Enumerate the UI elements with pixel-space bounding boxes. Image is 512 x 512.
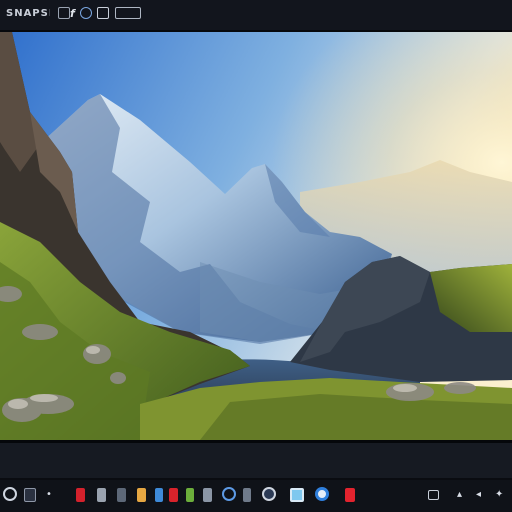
copy-icon[interactable] — [97, 7, 109, 21]
app-title: SNAPSHOT — [6, 8, 50, 19]
grid-icon[interactable] — [243, 488, 251, 502]
italic-icon[interactable]: f — [70, 7, 75, 21]
volume-icon[interactable]: ◂ — [476, 488, 481, 502]
battery-icon[interactable] — [428, 490, 439, 500]
image-icon[interactable] — [58, 7, 70, 21]
filmstrip-panel[interactable] — [0, 443, 512, 478]
image-viewport[interactable] — [0, 32, 512, 440]
desktop-screen: SNAPSHOT f — [0, 0, 512, 512]
red-app-icon[interactable] — [345, 488, 355, 502]
grid-icon[interactable] — [203, 488, 212, 502]
settings-icon[interactable] — [80, 7, 92, 21]
grid-icon[interactable] — [117, 488, 126, 502]
settings-icon[interactable]: ✦ — [495, 488, 503, 502]
task-view-icon[interactable] — [24, 488, 36, 502]
search-icon[interactable] — [3, 487, 17, 501]
orange-app-icon[interactable] — [137, 488, 146, 502]
edge-icon[interactable] — [315, 487, 329, 501]
mountain-photo — [0, 32, 512, 440]
taskbar: • ▴ ◂ ✦ — [0, 480, 512, 512]
globe-icon[interactable] — [262, 487, 276, 501]
red-app-icon[interactable] — [76, 488, 85, 502]
app-title-bar: SNAPSHOT f — [0, 0, 512, 32]
green-app-icon[interactable] — [186, 488, 194, 502]
chrome-icon[interactable] — [222, 487, 236, 501]
red-app-icon[interactable] — [169, 488, 178, 502]
image-viewer-icon[interactable] — [290, 488, 304, 502]
download-icon[interactable] — [115, 7, 143, 21]
tile-icon[interactable] — [97, 488, 106, 502]
blue-app-icon[interactable] — [155, 488, 163, 502]
widget-icon[interactable]: • — [46, 488, 52, 502]
wifi-icon[interactable]: ▴ — [457, 488, 462, 502]
